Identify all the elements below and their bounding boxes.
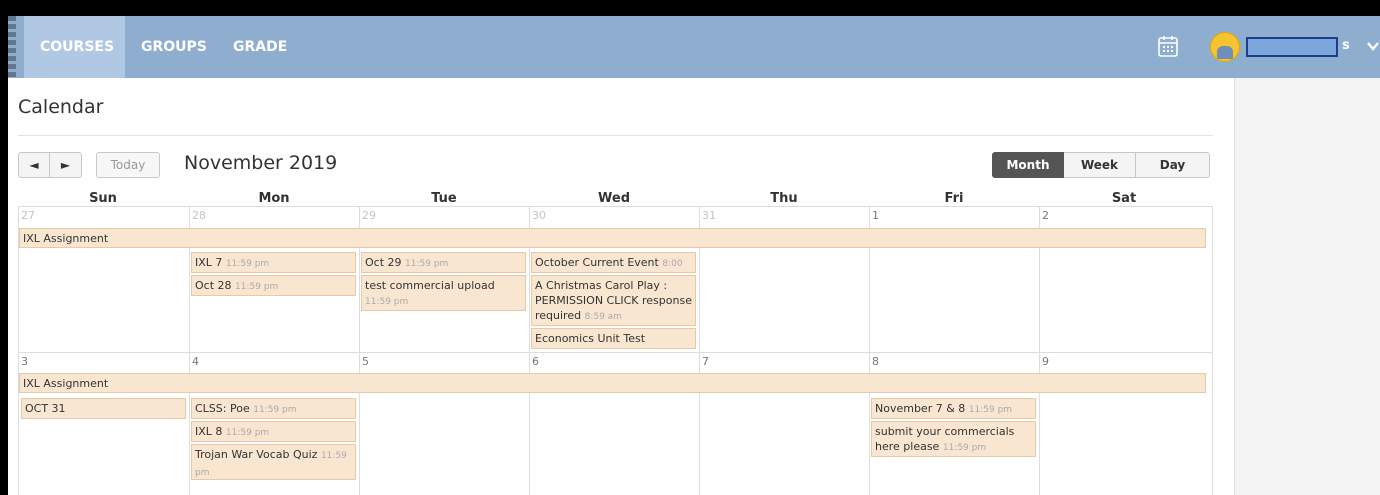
calendar-event[interactable]: CLSS: Poe 11:59 pm [191, 398, 356, 419]
day-number[interactable]: 27 [21, 209, 35, 222]
user-name-redacted[interactable] [1246, 37, 1338, 57]
day-number[interactable]: 9 [1042, 355, 1049, 368]
day-number[interactable]: 4 [192, 355, 199, 368]
user-name-suffix: s [1342, 38, 1350, 53]
weekday-header-thu: Thu [770, 191, 798, 206]
weekday-header-sun: Sun [89, 191, 117, 206]
day-view-button[interactable]: Day [1136, 152, 1210, 178]
event-time: 11:59 pm [225, 428, 270, 438]
day-number[interactable]: 31 [702, 209, 716, 222]
grid-col-divider [869, 206, 870, 495]
day-number[interactable]: 30 [532, 209, 546, 222]
weekday-header-fri: Fri [944, 191, 964, 206]
event-time: 11:59 pm [235, 282, 279, 292]
weekday-header-mon: Mon [258, 191, 290, 206]
top-nav: COURSES GROUPS GRADE REPORT s [8, 16, 1380, 117]
event-time: 11:59 pm [942, 443, 987, 453]
grid-col-divider [1039, 206, 1040, 495]
calendar-event[interactable]: Economics Unit Test [531, 328, 696, 349]
calendar-icon[interactable] [1158, 35, 1178, 57]
calendar-event[interactable]: OCT 31 [21, 398, 186, 419]
weekday-header-sat: Sat [1111, 191, 1137, 206]
event-title: November 7 & 8 [875, 402, 966, 415]
prev-month-button[interactable]: ◄ [18, 152, 50, 178]
day-number[interactable]: 1 [872, 209, 879, 222]
event-time: 11:59 pm [405, 259, 449, 269]
chevron-down-icon[interactable] [1366, 39, 1380, 53]
calendar-event[interactable]: October Current Event 8:00 am [531, 252, 696, 273]
weekday-header-tue: Tue [431, 191, 457, 206]
calendar-event[interactable]: Trojan War Vocab Quiz 11:59 pm [191, 444, 356, 480]
page-title: Calendar [18, 96, 104, 118]
day-number[interactable]: 29 [362, 209, 376, 222]
month-title: November 2019 [184, 152, 338, 174]
day-number[interactable]: 6 [532, 355, 539, 368]
calendar-event[interactable]: Oct 29 11:59 pm [361, 252, 526, 273]
event-title: CLSS: Poe [195, 402, 250, 415]
next-month-button[interactable]: ► [50, 152, 82, 178]
event-title: October Current Event [535, 256, 659, 269]
day-number[interactable]: 5 [362, 355, 369, 368]
event-title: IXL 7 [195, 256, 223, 269]
week-view-button[interactable]: Week [1064, 152, 1136, 178]
event-time: 11:59 pm [225, 259, 270, 269]
event-title: IXL 8 [195, 425, 223, 438]
calendar-event[interactable]: submit your commercials here please 11:5… [871, 421, 1036, 457]
event-title: Economics Unit Test [535, 332, 646, 345]
day-number[interactable]: 2 [1042, 209, 1049, 222]
event-time: 11:59 pm [365, 297, 409, 307]
event-time: 11:59 pm [968, 405, 1013, 415]
event-time: 11:59 pm [253, 405, 297, 415]
day-number[interactable]: 7 [702, 355, 709, 368]
grid-row-divider [18, 352, 1213, 353]
calendar-event[interactable]: A Christmas Carol Play : PERMISSION CLIC… [531, 275, 696, 326]
grid-col-divider [189, 206, 190, 495]
event-title: OCT 31 [25, 402, 66, 415]
title-divider [18, 135, 1213, 136]
event-title: Oct 28 [195, 279, 232, 292]
weekday-header-wed: Wed [598, 191, 630, 206]
calendar-event[interactable]: Oct 28 11:59 pm [191, 275, 356, 296]
event-title: test commercial upload [365, 279, 495, 292]
month-view-button[interactable]: Month [992, 152, 1064, 178]
calendar-event[interactable]: test commercial upload 11:59 pm [361, 275, 526, 311]
day-number[interactable]: 3 [21, 355, 28, 368]
calendar-event-span[interactable]: IXL Assignment [19, 373, 1206, 393]
nav-edge [8, 16, 16, 78]
event-title: Oct 29 [365, 256, 402, 269]
calendar-event[interactable]: IXL 7 11:59 pm [191, 252, 356, 273]
day-number[interactable]: 8 [872, 355, 879, 368]
calendar-event-span[interactable]: IXL Assignment [19, 228, 1206, 248]
nav-grade-report[interactable]: GRADE REPORT [217, 16, 353, 117]
calendar-event[interactable]: November 7 & 8 11:59 pm [871, 398, 1036, 419]
event-title: Trojan War Vocab Quiz [195, 448, 318, 461]
nav-courses[interactable]: COURSES [24, 16, 125, 78]
app-frame: COURSES GROUPS GRADE REPORT s Calendar ◄… [8, 16, 1380, 495]
right-sidebar [1234, 78, 1380, 495]
event-time: 8:59 am [584, 312, 622, 322]
grid-col-divider [699, 206, 700, 495]
today-button[interactable]: Today [96, 152, 160, 178]
nav-groups[interactable]: GROUPS [125, 16, 209, 78]
user-avatar-icon[interactable] [1210, 32, 1240, 62]
grid-col-divider [359, 206, 360, 495]
calendar-event[interactable]: IXL 8 11:59 pm [191, 421, 356, 442]
day-number[interactable]: 28 [192, 209, 206, 222]
grid-col-divider [529, 206, 530, 495]
